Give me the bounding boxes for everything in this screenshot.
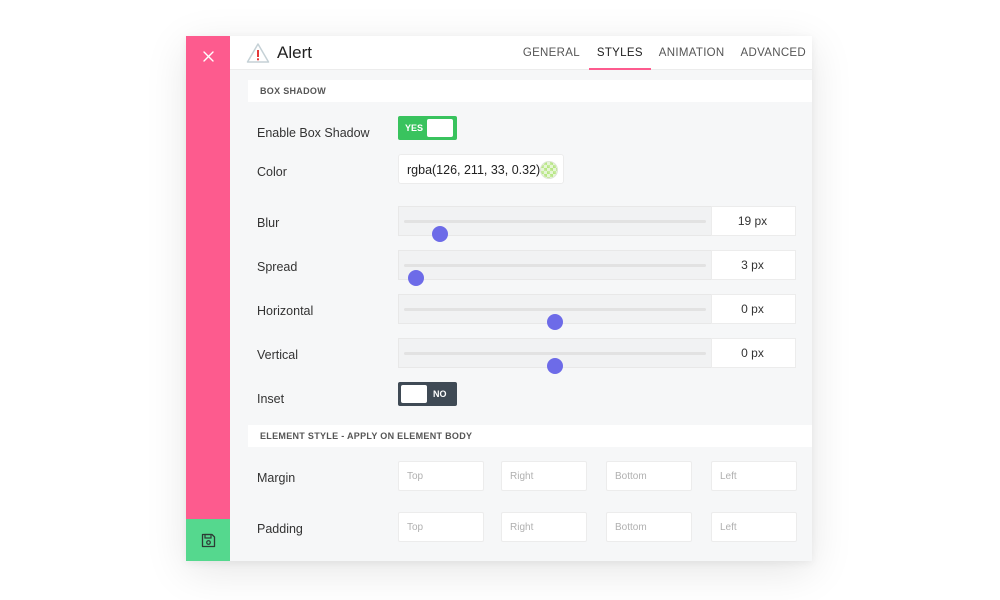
spread-label: Spread — [257, 260, 298, 274]
padding-left-input[interactable] — [711, 512, 797, 542]
blur-value[interactable]: 19 px — [711, 206, 796, 236]
blur-slider-thumb[interactable] — [432, 226, 449, 242]
spread-slider-thumb[interactable] — [408, 270, 425, 286]
padding-top-input[interactable] — [398, 512, 484, 542]
color-picker-field[interactable]: rgba(126, 211, 33, 0.32) — [398, 154, 564, 184]
vertical-label: Vertical — [257, 348, 298, 362]
vertical-slider-thumb[interactable] — [547, 358, 563, 374]
margin-right-input[interactable] — [501, 461, 587, 491]
tab-general[interactable]: GENERAL — [515, 36, 588, 70]
horizontal-slider-track[interactable] — [404, 308, 706, 330]
tab-bar: GENERAL STYLES ANIMATION ADVANCED — [515, 36, 812, 70]
save-button[interactable] — [186, 519, 230, 561]
vertical-slider — [398, 338, 711, 374]
toggle-knob — [427, 119, 453, 137]
blur-label: Blur — [257, 216, 280, 230]
margin-left-input[interactable] — [711, 461, 797, 491]
horizontal-label: Horizontal — [257, 304, 314, 318]
color-value: rgba(126, 211, 33, 0.32) — [407, 163, 541, 177]
padding-label: Padding — [257, 522, 303, 536]
spread-value[interactable]: 3 px — [711, 250, 796, 280]
blur-slider-track[interactable] — [404, 220, 706, 242]
close-button[interactable] — [186, 36, 230, 76]
tab-animation[interactable]: ANIMATION — [651, 36, 733, 70]
alert-warning-icon — [246, 43, 270, 63]
horizontal-value[interactable]: 0 px — [711, 294, 796, 324]
toggle-state-label: NO — [433, 389, 447, 399]
toggle-knob — [401, 385, 427, 403]
vertical-slider-track[interactable] — [404, 352, 706, 374]
section-header-element-style: ELEMENT STYLE - APPLY ON ELEMENT BODY — [248, 425, 812, 447]
horizontal-slider — [398, 294, 711, 330]
save-icon — [201, 533, 215, 547]
padding-right-input[interactable] — [501, 512, 587, 542]
close-icon — [202, 50, 214, 62]
sidebar — [186, 36, 230, 561]
tab-advanced[interactable]: ADVANCED — [733, 36, 812, 70]
tab-styles[interactable]: STYLES — [588, 36, 651, 70]
panel-title: Alert — [277, 43, 312, 62]
blur-slider — [398, 206, 711, 242]
margin-label: Margin — [257, 471, 296, 485]
section-header-box-shadow: BOX SHADOW — [248, 80, 812, 102]
enable-box-shadow-label: Enable Box Shadow — [257, 126, 370, 140]
enable-box-shadow-toggle[interactable]: YES — [398, 116, 457, 140]
panel-header: Alert GENERAL STYLES ANIMATION ADVANCED — [230, 36, 812, 70]
color-label: Color — [257, 165, 287, 179]
settings-panel: Alert GENERAL STYLES ANIMATION ADVANCED … — [230, 36, 812, 561]
inset-label: Inset — [257, 392, 285, 406]
margin-bottom-input[interactable] — [606, 461, 692, 491]
spread-slider — [398, 250, 711, 286]
vertical-value[interactable]: 0 px — [711, 338, 796, 368]
padding-bottom-input[interactable] — [606, 512, 692, 542]
color-swatch[interactable] — [540, 161, 558, 179]
inset-toggle[interactable]: NO — [398, 382, 457, 406]
margin-top-input[interactable] — [398, 461, 484, 491]
toggle-state-label: YES — [405, 123, 424, 133]
horizontal-slider-thumb[interactable] — [547, 314, 563, 330]
spread-slider-track[interactable] — [404, 264, 706, 286]
